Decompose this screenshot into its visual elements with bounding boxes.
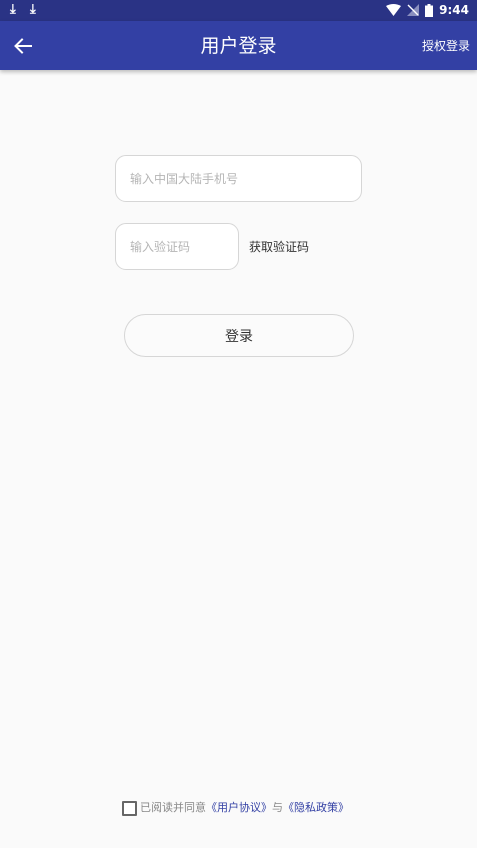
agreement-row: 已阅读并同意 《用户协议》 与 《隐私政策》 [122, 800, 349, 816]
login-button-label: 登录 [225, 328, 253, 345]
no-signal-icon [407, 4, 420, 16]
status-icons: 9:44 [386, 2, 469, 18]
get-code-button[interactable]: 获取验证码 [249, 240, 309, 254]
status-time: 9:44 [439, 3, 469, 17]
agreement-conjunction: 与 [272, 801, 283, 814]
download-icon: ⤓ [30, 2, 36, 17]
agreement-prefix: 已阅读并同意 [140, 801, 206, 814]
app-bar: 用户登录 授权登录 [0, 21, 477, 70]
page-title: 用户登录 [200, 35, 277, 57]
wifi-icon [386, 4, 402, 16]
battery-icon [425, 3, 434, 17]
download-icon: ⤓ [10, 2, 16, 17]
privacy-policy-link[interactable]: 《隐私政策》 [283, 800, 349, 816]
verification-code-input[interactable]: 输入验证码 [115, 223, 239, 270]
code-placeholder: 输入验证码 [130, 240, 191, 254]
agreement-checkbox[interactable] [122, 800, 137, 816]
status-bar: ⤓ ⤓ 9:44 [0, 0, 477, 21]
phone-placeholder: 输入中国大陆手机号 [130, 172, 239, 186]
authorize-login-button[interactable]: 授权登录 [422, 39, 470, 53]
user-agreement-link[interactable]: 《用户协议》 [206, 800, 272, 816]
phone-input[interactable]: 输入中国大陆手机号 [115, 155, 362, 202]
login-button[interactable]: 登录 [124, 314, 354, 357]
